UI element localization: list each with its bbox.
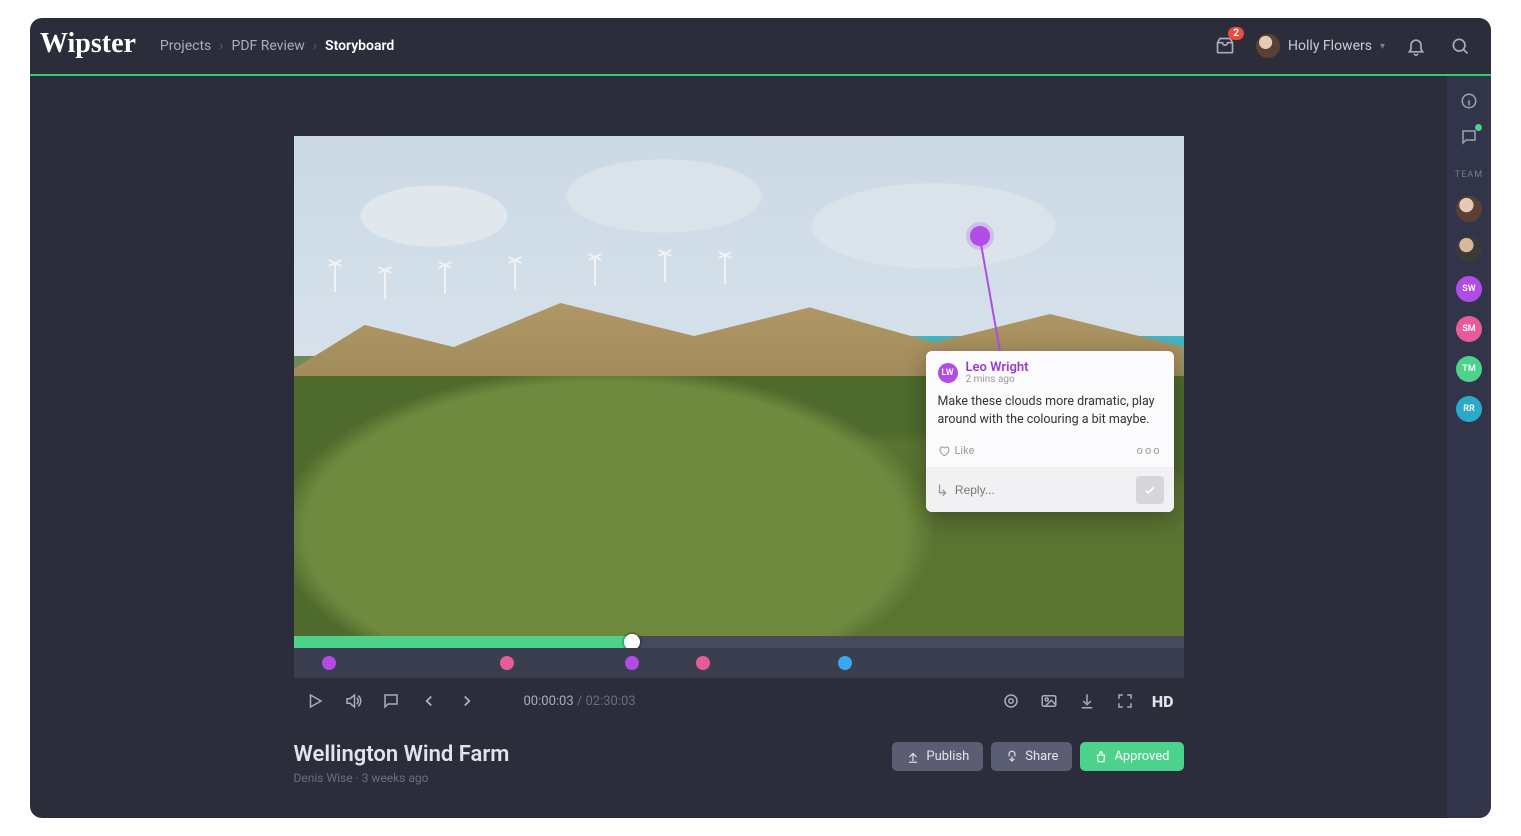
comment-like-label: Like	[955, 444, 975, 457]
volume-icon[interactable]	[342, 690, 364, 712]
asset-actions: Publish Share Approved	[892, 742, 1183, 771]
topbar: Wipster Projects › PDF Review › Storyboa…	[30, 18, 1491, 76]
breadcrumb-separator: ›	[219, 38, 223, 54]
comment-author-avatar: LW	[938, 363, 958, 383]
user-avatar	[1256, 34, 1280, 58]
comments-panel-icon[interactable]	[1458, 126, 1480, 148]
video-player: LW Leo Wright 2 mins ago Make these clou…	[294, 136, 1184, 724]
timeline-progress	[294, 636, 632, 648]
timeline-track[interactable]	[294, 636, 1184, 648]
play-icon[interactable]	[304, 690, 326, 712]
timeline-marker[interactable]	[322, 656, 336, 670]
breadcrumbs: Projects › PDF Review › Storyboard	[160, 38, 394, 54]
user-menu[interactable]: Holly Flowers ▾	[1256, 34, 1385, 58]
comment-actions: Like ooo	[926, 438, 1174, 468]
asset-time: 3 weeks ago	[362, 771, 429, 785]
fullscreen-icon[interactable]	[1114, 690, 1136, 712]
turbine-icon	[664, 254, 666, 282]
comment-header: LW Leo Wright 2 mins ago	[926, 351, 1174, 389]
turbine-icon	[334, 264, 336, 292]
duration: 02:30:03	[585, 694, 635, 709]
timeline-marker[interactable]	[696, 656, 710, 670]
timeline-marker[interactable]	[838, 656, 852, 670]
team-avatar[interactable]: SM	[1456, 316, 1482, 342]
controls-right: HD	[1000, 690, 1174, 712]
topbar-right: 2 Holly Flowers ▾	[1212, 33, 1473, 59]
comment-card: LW Leo Wright 2 mins ago Make these clou…	[926, 351, 1174, 512]
approved-button[interactable]: Approved	[1080, 742, 1183, 771]
prev-frame-icon[interactable]	[418, 690, 440, 712]
video-clouds	[314, 156, 1164, 276]
user-name: Holly Flowers	[1288, 38, 1372, 54]
content: LW Leo Wright 2 mins ago Make these clou…	[30, 76, 1447, 818]
next-frame-icon[interactable]	[456, 690, 478, 712]
team-avatar[interactable]: RR	[1456, 396, 1482, 422]
team-avatar[interactable]	[1456, 196, 1482, 222]
timeline	[294, 636, 1184, 678]
team-avatar[interactable]: SW	[1456, 276, 1482, 302]
comment-body: Make these clouds more dramatic, play ar…	[926, 389, 1174, 438]
team-label: TEAM	[1455, 170, 1483, 180]
publish-label: Publish	[926, 749, 969, 764]
notifications-icon[interactable]	[1403, 33, 1429, 59]
turbine-icon	[594, 258, 596, 286]
timeline-markers	[294, 648, 1184, 678]
record-icon[interactable]	[1000, 690, 1022, 712]
comment-timestamp: 2 mins ago	[966, 374, 1029, 385]
reply-icon: ↳	[936, 481, 949, 500]
breadcrumb-separator: ›	[313, 38, 317, 54]
chevron-down-icon: ▾	[1380, 41, 1385, 52]
time-display: 00:00:03 / 02:30:03	[524, 694, 636, 709]
player-controls: 00:00:03 / 02:30:03 HD	[294, 678, 1184, 724]
team-avatar[interactable]	[1456, 236, 1482, 262]
comments-badge	[1475, 124, 1482, 131]
current-time: 00:00:03	[524, 694, 574, 709]
asset-title: Wellington Wind Farm	[294, 742, 510, 767]
timeline-marker[interactable]	[500, 656, 514, 670]
download-icon[interactable]	[1076, 690, 1098, 712]
asset-meta-row: Wellington Wind Farm Denis Wise · 3 week…	[294, 742, 1184, 785]
comment-reply-row: ↳	[926, 468, 1174, 512]
breadcrumb-storyboard[interactable]: Storyboard	[325, 38, 394, 54]
asset-title-block: Wellington Wind Farm Denis Wise · 3 week…	[294, 742, 510, 785]
video-frame[interactable]: LW Leo Wright 2 mins ago Make these clou…	[294, 136, 1184, 636]
turbine-icon	[444, 266, 446, 294]
timeline-marker[interactable]	[625, 656, 639, 670]
right-rail: TEAM SW SM TM RR	[1447, 76, 1491, 818]
comment-more-icon[interactable]: ooo	[1137, 444, 1162, 457]
app-logo[interactable]: Wipster	[40, 28, 136, 60]
share-button[interactable]: Share	[991, 742, 1072, 771]
app-frame: Wipster Projects › PDF Review › Storyboa…	[30, 18, 1491, 818]
share-label: Share	[1025, 749, 1058, 764]
comment-icon[interactable]	[380, 690, 402, 712]
turbine-icon	[384, 271, 386, 299]
breadcrumb-pdf-review[interactable]: PDF Review	[231, 38, 304, 54]
comment-reply-input[interactable]	[955, 483, 1130, 497]
inbox-icon[interactable]: 2	[1212, 33, 1238, 59]
comment-like-button[interactable]: Like	[938, 444, 975, 457]
asset-byline: Denis Wise · 3 weeks ago	[294, 771, 510, 785]
turbine-icon	[724, 256, 726, 284]
breadcrumb-projects[interactable]: Projects	[160, 38, 211, 54]
quality-label[interactable]: HD	[1152, 692, 1174, 711]
asset-author: Denis Wise	[294, 771, 353, 785]
search-icon[interactable]	[1447, 33, 1473, 59]
publish-button[interactable]: Publish	[892, 742, 983, 771]
image-icon[interactable]	[1038, 690, 1060, 712]
inbox-badge: 2	[1228, 27, 1244, 40]
team-avatar[interactable]: TM	[1456, 356, 1482, 382]
comment-author-name: Leo Wright	[966, 361, 1029, 374]
info-icon[interactable]	[1458, 90, 1480, 112]
approved-label: Approved	[1114, 749, 1169, 764]
main: LW Leo Wright 2 mins ago Make these clou…	[30, 76, 1491, 818]
turbine-icon	[514, 261, 516, 289]
comment-reply-submit[interactable]	[1136, 476, 1164, 504]
